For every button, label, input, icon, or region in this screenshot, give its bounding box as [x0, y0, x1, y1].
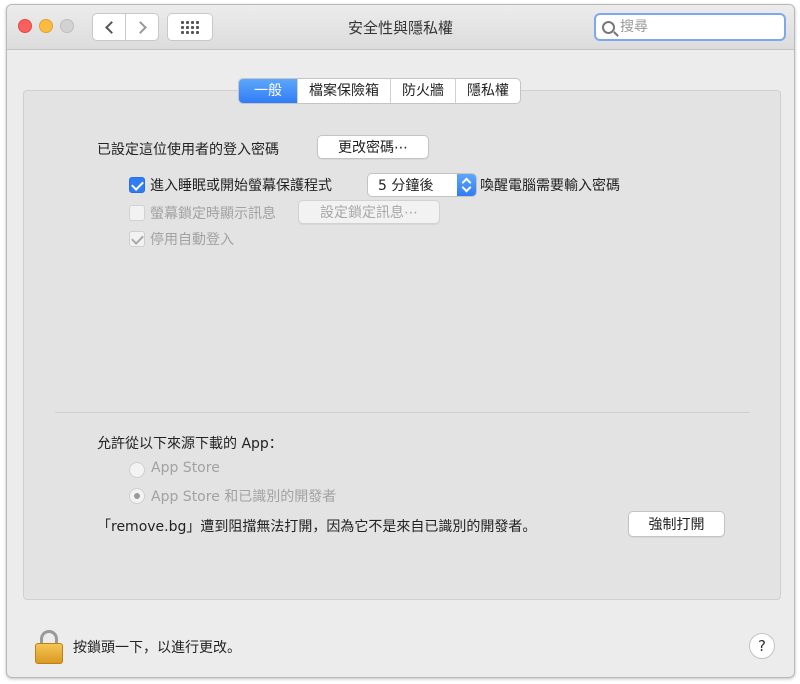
tab-general[interactable]: 一般: [239, 79, 297, 103]
lock-instruction: 按鎖頭一下，以進行更改。: [73, 640, 241, 656]
chevron-right-icon: [133, 20, 147, 34]
section-divider: [55, 412, 750, 413]
search-icon: [602, 20, 615, 34]
password-delay-value: 5 分鐘後: [378, 178, 434, 194]
lock-message-label: 螢幕鎖定時顯示訊息: [150, 206, 276, 222]
back-button[interactable]: [92, 13, 126, 41]
minimize-window-button[interactable]: [39, 19, 53, 33]
search-field[interactable]: [594, 13, 786, 41]
open-anyway-button[interactable]: 強制打開: [628, 511, 725, 537]
lock-message-checkbox[interactable]: [129, 205, 145, 221]
tab-filevault[interactable]: 檔案保險箱: [297, 79, 390, 103]
tab-privacy[interactable]: 隱私權: [455, 79, 520, 103]
zoom-window-button[interactable]: [60, 19, 74, 33]
lock-icon[interactable]: [35, 630, 63, 664]
close-window-button[interactable]: [18, 19, 32, 33]
show-all-button[interactable]: [167, 13, 213, 41]
require-password-label: 進入睡眠或開始螢幕保護程式: [150, 178, 332, 194]
search-input[interactable]: [620, 19, 780, 35]
disable-auto-login-label: 停用自動登入: [150, 232, 234, 248]
help-button[interactable]: ?: [749, 633, 775, 659]
forward-button[interactable]: [125, 13, 159, 41]
password-delay-select[interactable]: 5 分鐘後: [367, 173, 477, 197]
require-password-checkbox[interactable]: [129, 177, 145, 193]
title-bar: 安全性與隱私權: [7, 5, 794, 50]
select-arrows-icon: [457, 174, 476, 196]
login-password-label: 已設定這位使用者的登入密碼: [97, 142, 279, 158]
grid-icon: [181, 20, 199, 34]
radio-app-store-identified-label: App Store 和已識別的開發者: [151, 489, 337, 505]
tab-firewall[interactable]: 防火牆: [390, 79, 455, 103]
set-lock-message-button[interactable]: 設定鎖定訊息⋯: [298, 200, 440, 224]
change-password-button[interactable]: 更改密碼⋯: [317, 135, 429, 159]
allow-apps-heading: 允許從以下來源下載的 App：: [97, 436, 283, 452]
preferences-window: 安全性與隱私權 一般 檔案保險箱 防火牆 隱私權 已設定這位使用者的登入密碼 更…: [6, 4, 795, 678]
radio-app-store-identified[interactable]: [129, 488, 145, 504]
tab-bar: 一般 檔案保險箱 防火牆 隱私權: [238, 78, 521, 104]
chevron-left-icon: [104, 20, 118, 34]
radio-app-store-label: App Store: [151, 460, 220, 476]
disable-auto-login-checkbox[interactable]: [129, 231, 145, 247]
require-password-suffix: 喚醒電腦需要輸入密碼: [480, 178, 620, 194]
blocked-app-message: 「remove.bg」遭到阻擋無法打開，因為它不是來自已識別的開發者。: [97, 519, 537, 535]
radio-app-store[interactable]: [129, 462, 145, 478]
